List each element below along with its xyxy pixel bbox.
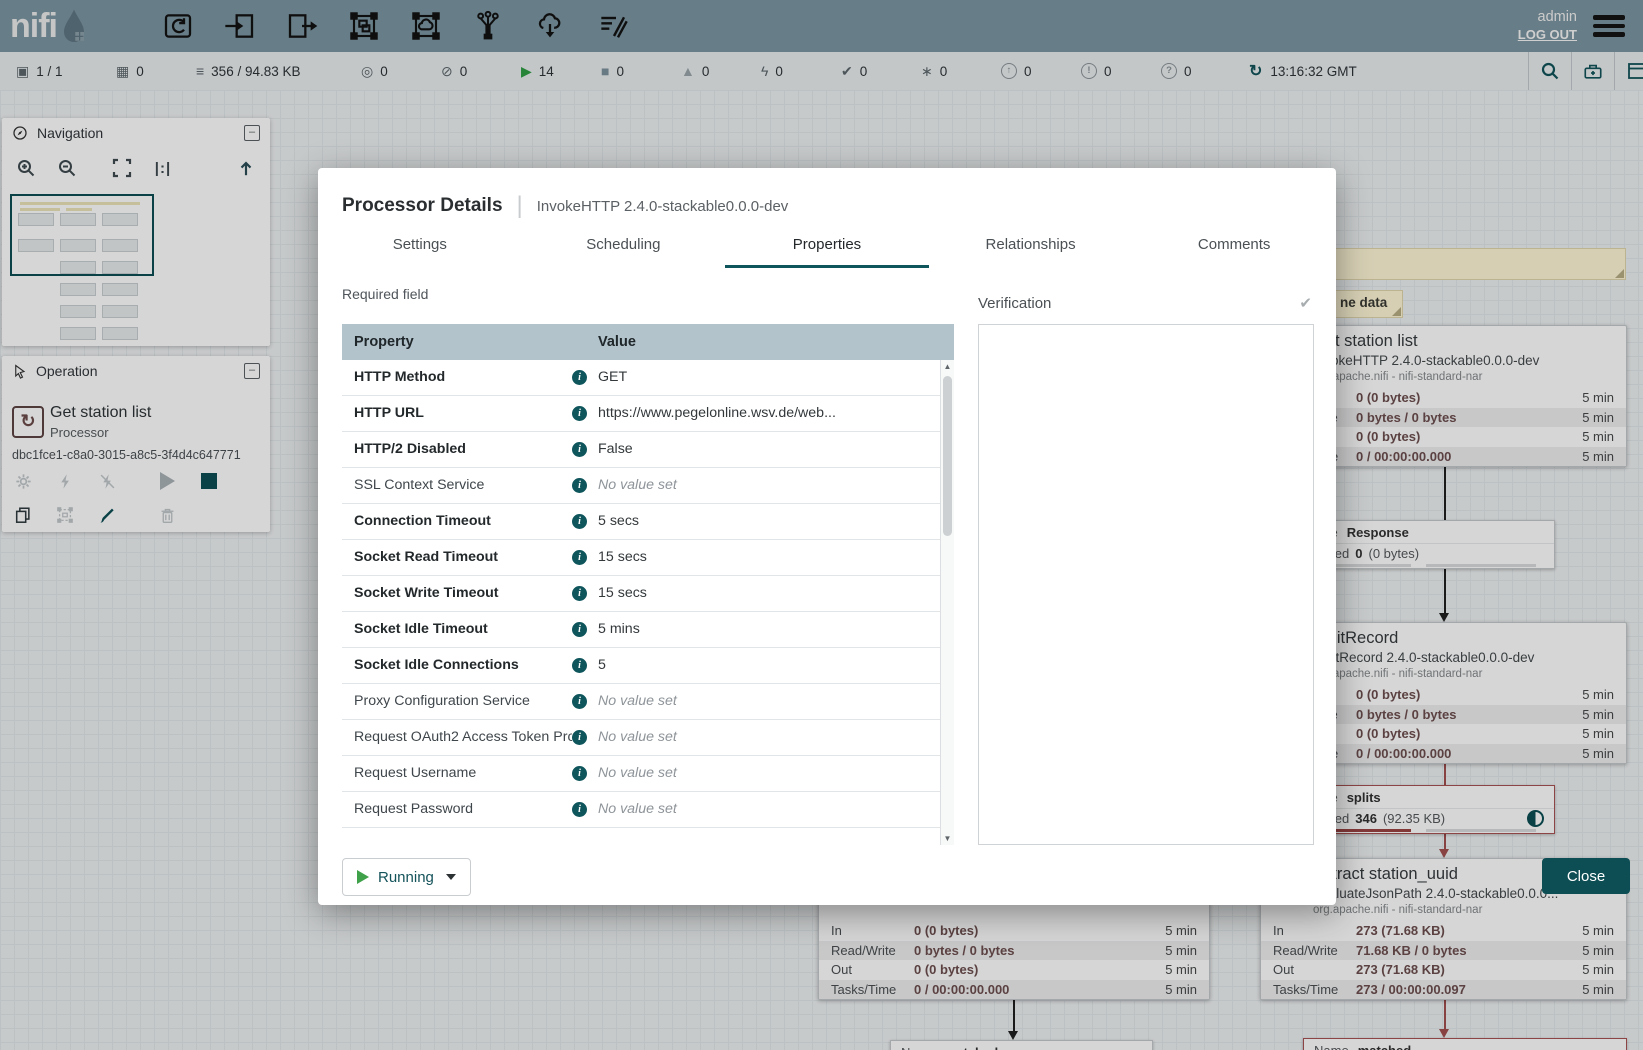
info-icon[interactable]: i (572, 406, 587, 421)
property-row[interactable]: Socket Idle Timeouti 5 mins (342, 612, 954, 648)
property-value: 5 secs (598, 504, 954, 539)
tab-comments[interactable]: Comments (1132, 226, 1336, 268)
run-state-label: Running (378, 869, 434, 886)
table-scrollbar[interactable]: ▲ ▼ (940, 360, 954, 845)
property-name: Socket Read Timeout (342, 540, 572, 575)
verification-check-icon[interactable]: ✔ (1299, 294, 1312, 312)
property-value: No value set (598, 720, 954, 755)
processor-details-dialog: Processor Details | InvokeHTTP 2.4.0-sta… (318, 168, 1336, 905)
info-icon[interactable]: i (572, 514, 587, 529)
property-value: No value set (598, 468, 954, 503)
scroll-up-icon[interactable]: ▲ (941, 362, 954, 371)
property-value: No value set (598, 756, 954, 791)
verification-panel (978, 324, 1314, 845)
info-icon[interactable]: i (572, 586, 587, 601)
required-field-label: Required field (342, 280, 978, 312)
info-icon[interactable]: i (572, 478, 587, 493)
close-button[interactable]: Close (1542, 858, 1630, 894)
property-name: SSL Context Service (342, 468, 572, 503)
property-row[interactable]: Request OAuth2 Access Token Prov...i No v… (342, 720, 954, 756)
info-icon[interactable]: i (572, 730, 587, 745)
running-play-icon (357, 870, 369, 884)
properties-table-header: Property Value (342, 324, 954, 360)
dialog-tabs: SettingsSchedulingPropertiesRelationship… (318, 226, 1336, 268)
property-value: https://www.pegelonline.wsv.de/web... (598, 396, 954, 431)
property-name: Proxy Configuration Service (342, 684, 572, 719)
property-name: Socket Write Timeout (342, 576, 572, 611)
property-name: HTTP Method (342, 360, 572, 395)
info-icon[interactable]: i (572, 694, 587, 709)
property-value: 15 secs (598, 540, 954, 575)
run-state-dropdown[interactable]: Running (342, 858, 471, 896)
property-value: No value set (598, 792, 954, 827)
tab-properties[interactable]: Properties (725, 226, 929, 268)
property-row[interactable]: Request Passwordi No value set (342, 792, 954, 828)
info-icon[interactable]: i (572, 370, 587, 385)
dialog-title: Processor Details (342, 195, 503, 217)
property-row[interactable]: Request Usernamei No value set (342, 756, 954, 792)
properties-table: Property Value HTTP MethodiGETHTTP URLih… (342, 324, 954, 845)
property-row[interactable]: Socket Idle Connectionsi5 (342, 648, 954, 684)
tab-relationships[interactable]: Relationships (929, 226, 1133, 268)
property-name: Socket Idle Connections (342, 648, 572, 683)
nifi-app: nifi (0, 0, 1643, 1050)
property-row[interactable]: SSL Context Servicei No value set (342, 468, 954, 504)
property-column-header: Property (342, 324, 572, 360)
property-row[interactable]: Proxy Configuration Servicei No value set (342, 684, 954, 720)
info-icon[interactable]: i (572, 622, 587, 637)
property-name: Connection Timeout (342, 504, 572, 539)
property-value: No value set (598, 684, 954, 719)
property-row[interactable]: HTTP Methodi GET (342, 360, 954, 396)
property-name: HTTP URL (342, 396, 572, 431)
tab-scheduling[interactable]: Scheduling (522, 226, 726, 268)
info-icon[interactable]: i (572, 802, 587, 817)
property-name: Request OAuth2 Access Token Prov... (342, 720, 572, 755)
property-row[interactable]: Connection Timeouti 5 secs (342, 504, 954, 540)
tab-settings[interactable]: Settings (318, 226, 522, 268)
property-value: GET (598, 360, 954, 395)
properties-table-body: HTTP MethodiGETHTTP URLihttps://www.pege… (342, 360, 954, 828)
info-icon[interactable]: i (572, 766, 587, 781)
info-icon[interactable]: i (572, 550, 587, 565)
info-icon[interactable]: i (572, 658, 587, 673)
property-row[interactable]: HTTP/2 Disabledi False (342, 432, 954, 468)
property-name: HTTP/2 Disabled (342, 432, 572, 467)
property-name: Request Username (342, 756, 572, 791)
dialog-subtitle: InvokeHTTP 2.4.0-stackable0.0.0-dev (537, 198, 789, 215)
title-divider: | (517, 192, 523, 220)
info-icon[interactable]: i (572, 442, 587, 457)
property-value: 5 (598, 648, 954, 683)
property-name: Socket Idle Timeout (342, 612, 572, 647)
scroll-down-icon[interactable]: ▼ (941, 834, 954, 843)
property-value: 15 secs (598, 576, 954, 611)
property-row[interactable]: Socket Write Timeouti 15 secs (342, 576, 954, 612)
value-column-header: Value (598, 324, 954, 360)
property-value: 5 mins (598, 612, 954, 647)
property-row[interactable]: HTTP URLi https://www.pegelonline.wsv.de/… (342, 396, 954, 432)
scrollbar-thumb[interactable] (943, 376, 952, 536)
chevron-down-icon (446, 874, 456, 880)
property-value: False (598, 432, 954, 467)
property-name: Request Password (342, 792, 572, 827)
property-row[interactable]: Socket Read Timeouti 15 secs (342, 540, 954, 576)
verification-title: Verification (978, 295, 1051, 312)
